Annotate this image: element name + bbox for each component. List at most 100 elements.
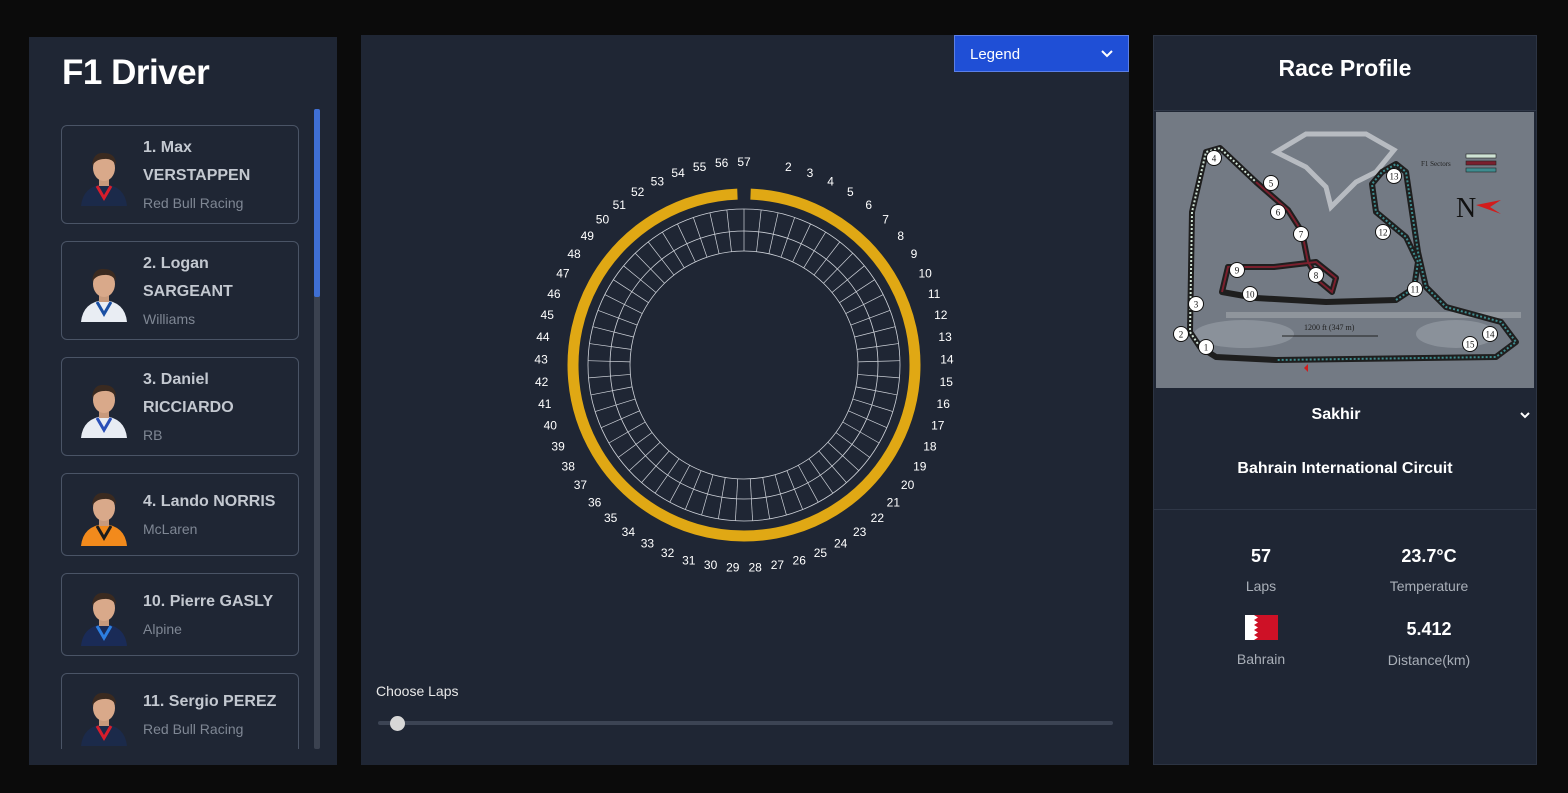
lap-spoke [684,470,702,510]
lap-label: 46 [547,287,561,301]
north-label: N [1456,193,1476,224]
driver-card[interactable]: 3. Daniel RICCIARDO RB [61,357,299,456]
driver-panel: F1 Driver 1. Max VERSTAPPEN Red Bull Rac… [29,37,337,765]
lap-spoke [608,421,646,444]
lap-label: 5 [847,185,854,199]
lap-spoke [662,231,685,269]
driver-avatar [79,686,129,746]
lap-label: 54 [671,166,685,180]
lap-spoke [857,374,900,379]
lap-label: 10 [918,266,932,280]
lap-slider-track[interactable] [378,721,1113,725]
lap-spoke [717,477,726,519]
lap-label: 4 [827,174,834,188]
lap-label: 17 [931,419,945,433]
driver-team: Alpine [143,621,182,637]
turn-label: 5 [1269,179,1274,189]
lap-label: 55 [693,160,707,174]
lap-label: 28 [749,561,763,575]
lap-label: 39 [551,440,565,454]
turn-label: 3 [1194,300,1199,310]
lap-slider-thumb[interactable] [390,716,405,731]
lap-spoke [749,478,753,521]
lap-label: 23 [853,525,867,539]
driver-card[interactable]: 4. Lando NORRIS McLaren [61,473,299,556]
temperature-value: 23.7°C [1401,546,1457,566]
lap-spoke [588,374,631,379]
legend-dropdown[interactable]: Legend [954,35,1129,72]
driver-team: Red Bull Racing [143,721,244,737]
lap-spoke [839,279,875,303]
country-stat: Bahrain [1181,615,1341,667]
lap-label: 47 [556,266,570,280]
driver-name: 4. Lando NORRIS [143,493,276,510]
divider [1154,509,1536,510]
driver-name: 11. Sergio PEREZ [143,693,277,710]
driver-avatar [79,586,129,646]
lap-label: 38 [562,460,576,474]
lap-label: 31 [682,553,696,567]
driver-avatar [79,146,129,206]
lap-label: 32 [661,546,675,560]
lap-label: 36 [588,495,602,509]
distance-label: Distance(km) [1387,652,1471,668]
distance-stat: 5.412 Distance(km) [1349,619,1509,668]
driver-card[interactable]: 10. Pierre GASLY Alpine [61,573,299,656]
lap-label: 34 [622,525,636,539]
lap-spoke [613,279,649,303]
lap-label: 52 [631,185,645,199]
lap-spoke [786,470,804,510]
driver-list-scrollbar[interactable] [314,109,320,749]
lap-label: 35 [604,511,618,525]
chevron-down-icon [1101,50,1113,58]
grid-circle [609,230,879,500]
temperature-stat: 23.7°C Temperature [1349,546,1509,594]
choose-laps-label: Choose Laps [376,683,459,699]
driver-surname: RICCIARDO [143,399,234,416]
chevron-down-icon[interactable] [1518,408,1532,422]
grid-circle [629,250,859,480]
circuit-map: 12345678910 1112131415 N F1 Sectors 1200 … [1156,112,1534,388]
lap-spoke [600,410,640,428]
lap-spoke [803,231,826,269]
lap-label: 53 [651,174,665,188]
bahrain-flag-icon [1244,615,1278,640]
lap-spoke [845,294,884,314]
lap-spoke [808,458,834,494]
turn-label: 15 [1466,340,1476,350]
turn-label: 14 [1486,330,1496,340]
lap-spoke [797,465,819,503]
lap-spoke [618,432,653,458]
driver-surname: SARGEANT [143,283,233,300]
lap-radial-chart: 2 345678910111213141516171819202122232425… [534,155,954,575]
lap-label: 2 [785,160,792,174]
laps-stat: 57 Laps [1181,546,1341,594]
lap-label: 27 [771,558,785,572]
lap-label: 40 [544,419,558,433]
scale-label: 1200 ft (347 m) [1304,323,1355,332]
driver-list[interactable]: 1. Max VERSTAPPEN Red Bull Racing 2. Log… [61,125,301,749]
lap-label: 9 [911,247,918,261]
lap-label: 49 [581,229,595,243]
lap-label: 19 [913,460,927,474]
lap-spoke [590,386,633,396]
lap-spoke [857,360,900,363]
driver-panel-title: F1 Driver [62,53,210,92]
driver-card[interactable]: 2. Logan SARGEANT Williams [61,241,299,340]
lap-spoke [756,209,762,252]
lap-spoke [848,410,888,428]
turn-label: 4 [1212,154,1217,164]
scrollbar-thumb[interactable] [314,109,320,297]
driver-team: McLaren [143,521,198,537]
turn-label: 2 [1179,330,1184,340]
lap-spoke [669,465,691,503]
driver-card[interactable]: 11. Sergio PEREZ Red Bull Racing [61,673,299,749]
lap-label: 43 [534,352,548,366]
lap-spoke [693,217,708,258]
temperature-label: Temperature [1389,578,1469,594]
turn-label: 7 [1299,230,1304,240]
lap-spoke [835,432,870,458]
lap-label: 33 [641,537,655,551]
driver-card[interactable]: 1. Max VERSTAPPEN Red Bull Racing [61,125,299,224]
lap-label: 29 [726,561,740,575]
